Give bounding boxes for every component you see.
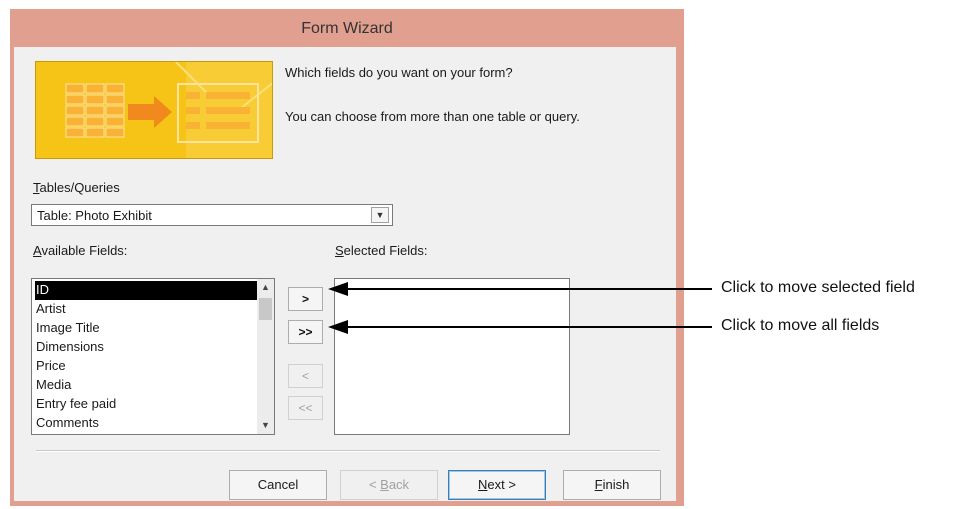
callout-arrows [328,282,712,334]
callout-move-all: Click to move all fields [721,317,880,334]
arrow-head-icon [328,320,348,334]
arrow-head-icon [328,282,348,296]
callout-move-selected: Click to move selected field [721,279,915,296]
